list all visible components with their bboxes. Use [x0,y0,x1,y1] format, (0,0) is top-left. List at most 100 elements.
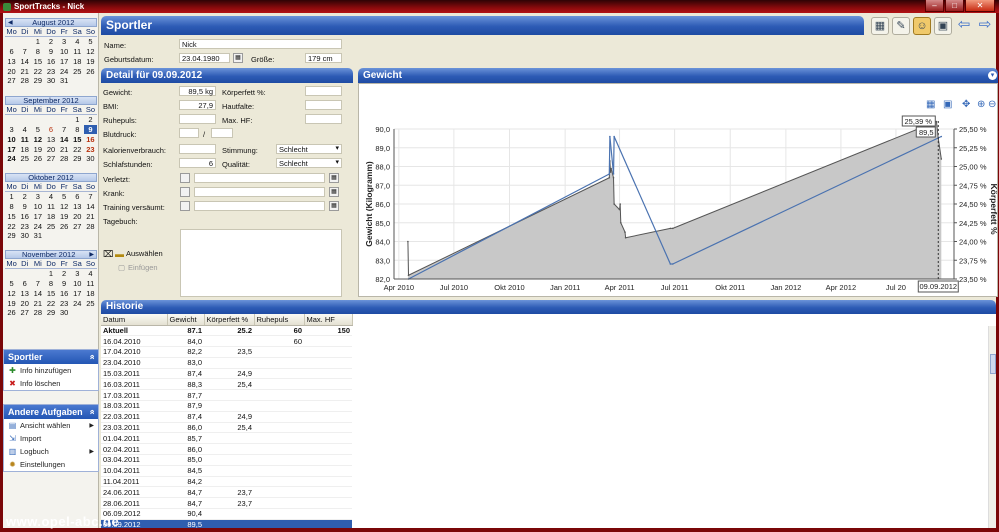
camera-icon[interactable]: ⌧ [103,249,113,260]
history-row[interactable]: 16.04.2010 84,0 60 [101,335,352,348]
skinfold-field[interactable] [305,100,342,110]
calendar-day[interactable]: 4 [44,192,57,202]
calendar-day[interactable]: 16 [84,134,97,144]
calendar-day[interactable]: 17 [31,211,44,221]
calendar-day[interactable]: 14 [58,134,71,144]
calendar-day[interactable]: 20 [71,211,84,221]
calendar-day[interactable]: 8 [44,279,57,289]
column-header[interactable]: Gewicht [167,314,205,326]
calendar-day[interactable]: 26 [84,66,97,76]
calendar-day[interactable]: 15 [71,134,84,144]
history-row[interactable]: 03.04.2011 85,0 [101,454,352,466]
history-row[interactable]: 28.06.2011 84,7 23,7 [101,497,352,510]
calendar-day[interactable]: 25 [18,154,31,164]
calendar-day[interactable]: 7 [18,47,31,57]
forward-arrow-icon[interactable]: ⇨ [976,17,994,35]
sick-note-field[interactable] [194,187,325,197]
calendar-day[interactable]: 23 [18,221,31,231]
calendar-day[interactable]: 18 [44,211,57,221]
calendar-day[interactable]: 22 [31,66,44,76]
calendar-day[interactable]: 26 [5,308,18,318]
calendar-day[interactable]: 13 [44,134,57,144]
select-photo-button[interactable]: Auswählen [126,249,163,258]
bmi-field[interactable]: 27,9 [179,100,216,110]
calendar-day[interactable]: 30 [44,76,57,86]
calendar-day[interactable]: 5 [84,37,97,47]
calendar-day[interactable]: 11 [18,134,31,144]
maxhf-field[interactable] [305,114,342,124]
athlete-icon[interactable]: ☺ [913,17,931,35]
weight-field[interactable]: 89,5 kg [179,86,216,96]
height-field[interactable]: 179 cm [305,53,342,63]
calendar-day[interactable]: 25 [71,66,84,76]
calendar-day[interactable]: 14 [84,202,97,212]
missed-calendar-icon[interactable]: ▦ [329,201,339,211]
calendar-day[interactable]: 30 [18,231,31,241]
calendar-day[interactable]: 31 [58,76,71,86]
bp-diastolic-field[interactable] [211,128,233,138]
calendar-day[interactable]: 20 [18,298,31,308]
calendar-day[interactable]: 3 [71,269,84,279]
history-row[interactable]: 22.03.2011 87,4 24,9 [101,411,352,423]
collapse-chevron-icon[interactable]: » [86,354,96,359]
calendar-day[interactable]: 30 [84,154,97,164]
history-row[interactable]: 17.03.2011 87,7 [101,389,352,402]
calendar-day[interactable]: 31 [31,231,44,241]
task-item[interactable]: ▤ Ansicht wählen ▶ [4,419,98,432]
calendar-day[interactable]: 12 [84,47,97,57]
paste-photo-button[interactable]: Einfügen [128,263,158,272]
history-row[interactable]: 17.04.2010 82,2 23,5 [101,346,352,358]
calendar-day[interactable]: 10 [5,134,18,144]
calendar-day[interactable]: 27 [71,221,84,231]
calendar-day[interactable]: 24 [58,66,71,76]
calendar-day[interactable]: 23 [58,298,71,308]
history-row[interactable]: 01.04.2011 85,7 [101,432,352,445]
calendar-picker-icon[interactable]: ▦ [233,53,243,63]
calendar-day[interactable]: 25 [44,221,57,231]
quality-select[interactable]: Schlecht [276,158,342,168]
calendar-day[interactable]: 9 [18,202,31,212]
history-current-row[interactable]: Aktuell 87.1 25.2 60 150 [101,325,352,337]
calendar-day[interactable]: 5 [5,279,18,289]
calendar-day[interactable]: 6 [18,279,31,289]
injured-note-field[interactable] [194,173,325,183]
calendar-day[interactable]: 27 [44,154,57,164]
calendar-day[interactable]: 26 [58,221,71,231]
calendar-day[interactable]: 26 [31,154,44,164]
calendar-day[interactable]: 4 [71,37,84,47]
restpulse-field[interactable] [179,114,216,124]
calendar-day[interactable]: 3 [58,37,71,47]
calendar-day[interactable]: 9 [44,47,57,57]
calendar-day[interactable]: 12 [5,288,18,298]
history-row[interactable]: 18.03.2011 87,9 [101,400,352,412]
calendar-day[interactable]: 22 [5,221,18,231]
history-row[interactable]: 11.04.2011 84,2 [101,476,352,488]
calendar-day[interactable]: 7 [84,192,97,202]
calendar-day[interactable]: 16 [58,288,71,298]
task-item[interactable]: ✖ Info löschen [4,377,98,390]
calendar-view-icon[interactable]: ▦ [871,17,889,35]
equipment-icon[interactable]: ▣ [934,17,952,35]
back-arrow-icon[interactable]: ⇦ [955,17,973,35]
calendar-day[interactable]: 8 [31,47,44,57]
calendar-day[interactable]: 19 [5,298,18,308]
task-item[interactable]: ✚ Info hinzufügen [4,364,98,377]
calendar-day[interactable]: 17 [58,56,71,66]
mood-select[interactable]: Schlecht [276,144,342,154]
minimize-button[interactable]: – [925,0,944,12]
calendar-day[interactable]: 14 [18,56,31,66]
calendar-day[interactable]: 6 [71,192,84,202]
calendar-day[interactable]: 10 [31,202,44,212]
calendar-day[interactable]: 11 [44,202,57,212]
calendar-day[interactable]: 1 [5,192,18,202]
calendar-day[interactable]: 24 [31,221,44,231]
diary-textarea[interactable] [180,229,342,297]
sick-checkbox[interactable] [180,187,190,197]
calendar-day[interactable]: 21 [18,66,31,76]
calendar-day[interactable]: 23 [84,144,97,154]
injured-checkbox[interactable] [180,173,190,183]
task-item[interactable]: ▥ Logbuch ▶ [4,445,98,458]
calendar-day[interactable]: 2 [44,37,57,47]
history-row[interactable]: 06.09.2012 90,4 [101,508,352,520]
missed-training-checkbox[interactable] [180,201,190,211]
